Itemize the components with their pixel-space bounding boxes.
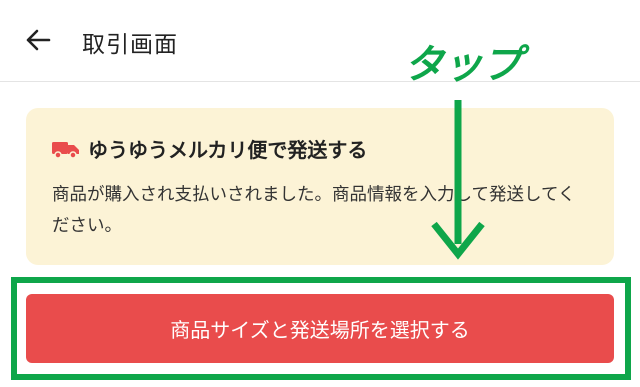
notice-title-row: ゆうゆうメルカリ便で発送する xyxy=(52,134,367,163)
app-header: 取引画面 xyxy=(0,0,640,82)
arrow-left-icon xyxy=(26,29,51,51)
notice-body: 商品が購入され支払いされました。商品情報を入力して発送してください。 xyxy=(52,185,576,236)
select-size-and-location-button[interactable]: 商品サイズと発送場所を選択する xyxy=(26,294,614,363)
back-button[interactable] xyxy=(18,22,58,58)
notice-title: ゆうゆうメルカリ便で発送する xyxy=(88,138,368,162)
page-title: 取引画面 xyxy=(82,32,178,58)
truck-icon xyxy=(52,141,79,159)
tap-annotation-label: タップ xyxy=(404,42,522,88)
